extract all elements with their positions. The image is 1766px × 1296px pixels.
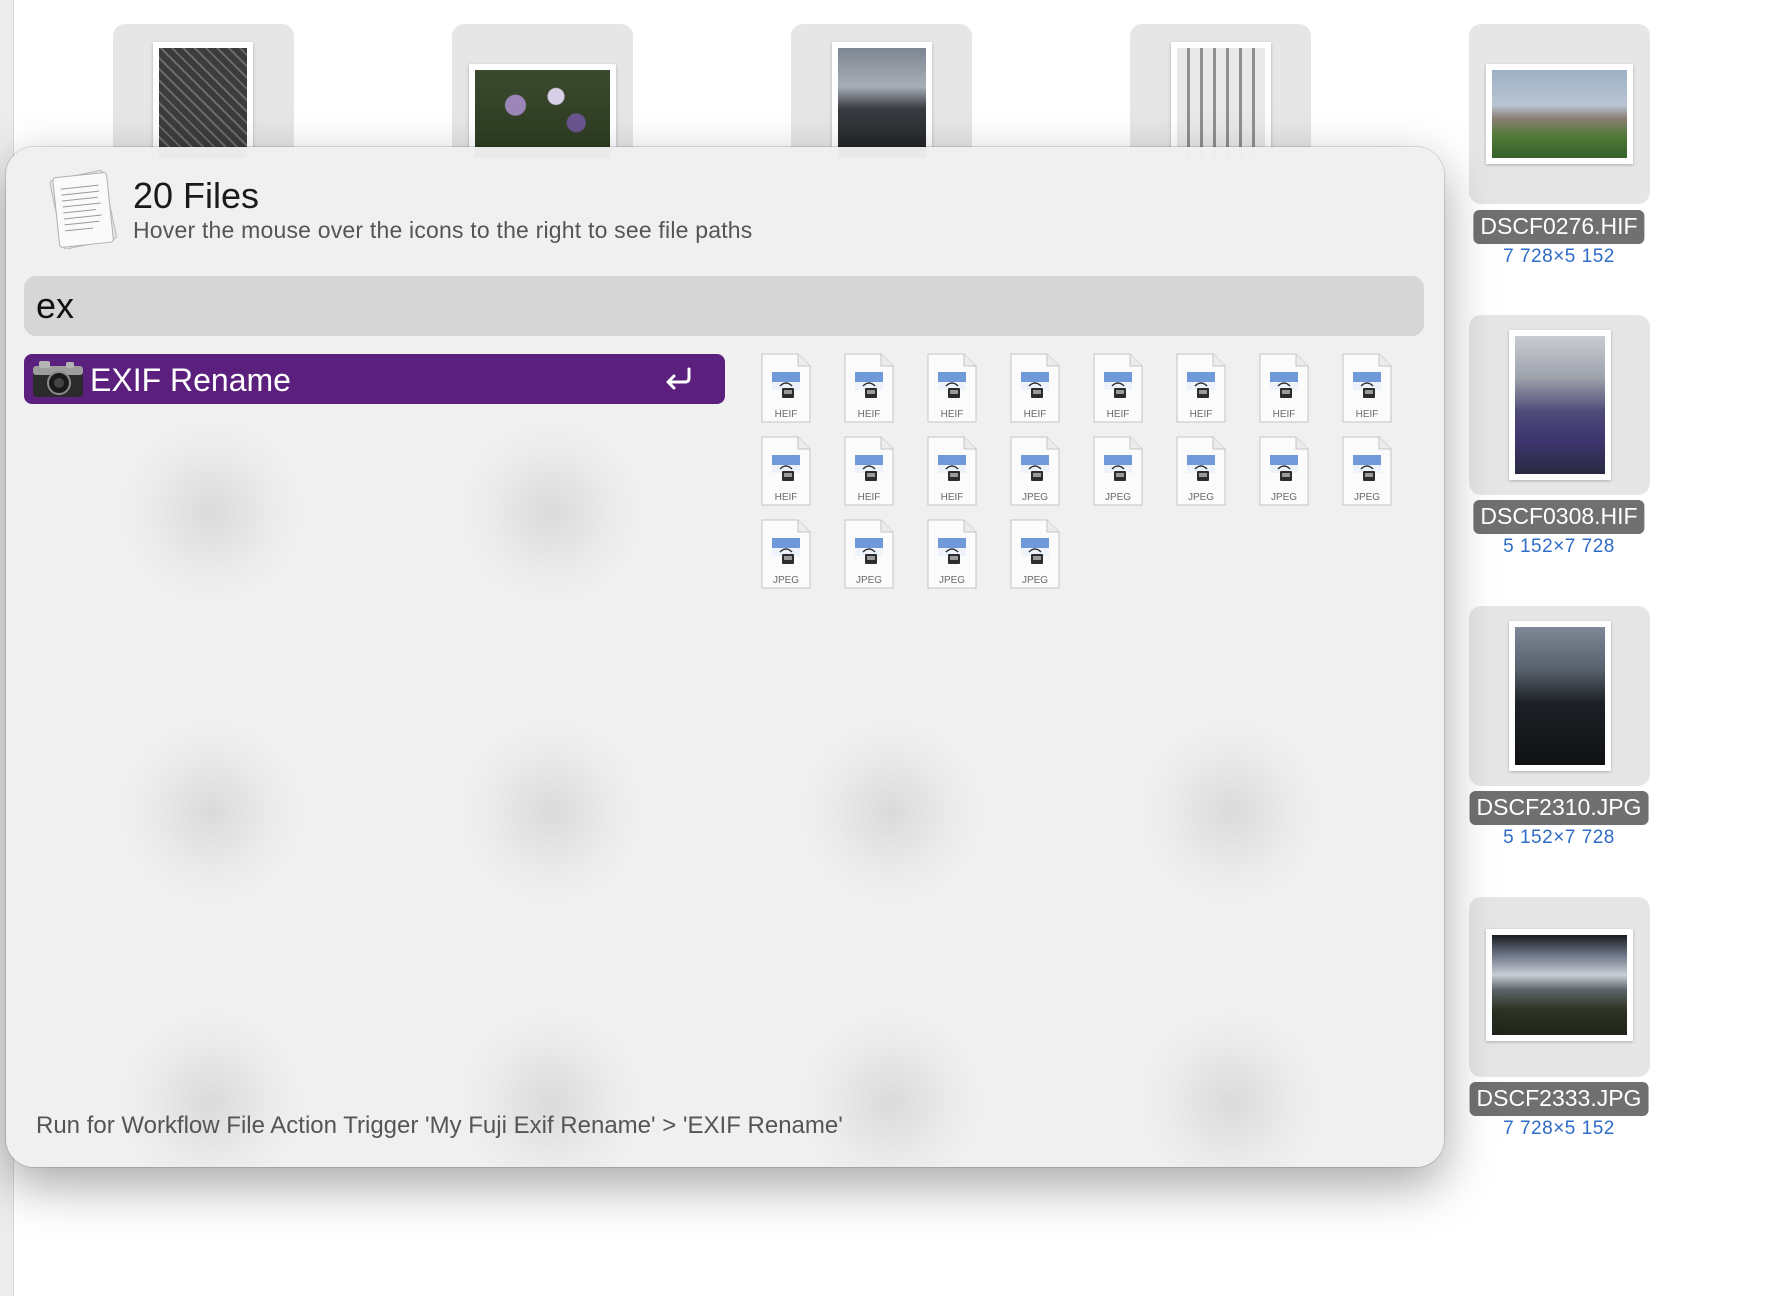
file-type-icon[interactable]: JPEG — [758, 518, 814, 590]
file-type-label: HEIF — [1106, 409, 1130, 420]
file-type-label: JPEG — [938, 575, 966, 586]
dimensions-label: 7 728×5 152 — [1503, 246, 1615, 267]
file-type-label: HEIF — [1023, 409, 1047, 420]
file-type-label: HEIF — [1189, 409, 1213, 420]
file-type-icon[interactable]: HEIF — [758, 352, 814, 424]
file-type-icon[interactable]: HEIF — [1339, 352, 1395, 424]
file-type-label: JPEG — [772, 575, 800, 586]
action-description-footer: Run for Workflow File Action Trigger 'My… — [36, 1112, 843, 1139]
photo-thumbnail — [1486, 929, 1633, 1041]
file-type-label: HEIF — [1272, 409, 1296, 420]
file-type-label: JPEG — [855, 575, 883, 586]
file-type-icon[interactable]: HEIF — [841, 435, 897, 507]
file-type-label: HEIF — [774, 492, 798, 503]
dimensions-label: 5 152×7 728 — [1503, 536, 1615, 557]
return-icon — [666, 367, 691, 390]
thumbnail-tile[interactable] — [113, 24, 294, 164]
file-type-icon[interactable]: JPEG — [1090, 435, 1146, 507]
camera-icon — [33, 361, 83, 397]
document-stack-icon — [49, 169, 117, 249]
files-hint-subtitle: Hover the mouse over the icons to the ri… — [133, 217, 753, 243]
launcher-panel: 20 Files Hover the mouse over the icons … — [6, 147, 1444, 1167]
thumbnail-tile[interactable] — [791, 24, 972, 164]
file-type-icon[interactable]: HEIF — [1173, 352, 1229, 424]
file-type-icon[interactable]: JPEG — [841, 518, 897, 590]
file-type-label: JPEG — [1104, 492, 1132, 503]
filename-label: DSCF0276.HIF — [1473, 210, 1645, 244]
files-count-title: 20 Files — [133, 175, 260, 216]
file-type-icon[interactable]: HEIF — [1007, 352, 1063, 424]
filename-label: DSCF2333.JPG — [1469, 1082, 1649, 1116]
file-type-icon[interactable]: JPEG — [1339, 435, 1395, 507]
file-type-label: HEIF — [774, 409, 798, 420]
dimensions-label: 5 152×7 728 — [1503, 827, 1615, 848]
photo-thumbnail — [1171, 42, 1271, 164]
file-type-label: JPEG — [1187, 492, 1215, 503]
file-type-icon[interactable]: HEIF — [1090, 352, 1146, 424]
result-item-exif-rename[interactable]: EXIF Rename — [24, 354, 725, 404]
file-type-icon[interactable]: JPEG — [1007, 518, 1063, 590]
file-type-label: HEIF — [1355, 409, 1379, 420]
file-type-label: JPEG — [1021, 575, 1049, 586]
thumbnail-tile[interactable] — [1469, 897, 1650, 1077]
result-label: EXIF Rename — [90, 362, 291, 398]
search-field[interactable] — [24, 276, 1424, 336]
file-type-icon[interactable]: HEIF — [1256, 352, 1312, 424]
photo-thumbnail — [832, 42, 932, 164]
photo-thumbnail — [1509, 621, 1611, 771]
thumbnail-tile[interactable] — [452, 24, 633, 164]
file-type-label: HEIF — [857, 492, 881, 503]
file-type-label: HEIF — [940, 492, 964, 503]
finder-window: DSCF0276.HIF 7 728×5 152 DSCF0308.HIF 5 … — [0, 0, 1766, 1296]
file-type-icon[interactable]: HEIF — [758, 435, 814, 507]
thumbnail-tile[interactable] — [1469, 315, 1650, 495]
file-type-icon[interactable]: JPEG — [924, 518, 980, 590]
file-type-icon[interactable]: HEIF — [924, 435, 980, 507]
filename-label: DSCF2310.JPG — [1469, 791, 1649, 825]
dimensions-label: 7 728×5 152 — [1503, 1118, 1615, 1139]
file-type-label: JPEG — [1353, 492, 1381, 503]
file-type-icon[interactable]: JPEG — [1256, 435, 1312, 507]
photo-thumbnail — [1509, 330, 1611, 480]
file-type-icon[interactable]: HEIF — [841, 352, 897, 424]
photo-thumbnail — [153, 42, 253, 164]
search-input[interactable] — [36, 284, 1406, 328]
thumbnail-tile[interactable] — [1469, 606, 1650, 786]
file-type-label: JPEG — [1270, 492, 1298, 503]
file-type-label: HEIF — [940, 409, 964, 420]
file-type-icon[interactable]: JPEG — [1007, 435, 1063, 507]
file-type-icon[interactable]: JPEG — [1173, 435, 1229, 507]
filename-label: DSCF0308.HIF — [1473, 500, 1645, 534]
file-type-label: HEIF — [857, 409, 881, 420]
thumbnail-tile[interactable] — [1469, 24, 1650, 204]
file-type-icon[interactable]: HEIF — [924, 352, 980, 424]
photo-thumbnail — [1486, 64, 1633, 164]
file-type-label: JPEG — [1021, 492, 1049, 503]
thumbnail-tile[interactable] — [1130, 24, 1311, 164]
